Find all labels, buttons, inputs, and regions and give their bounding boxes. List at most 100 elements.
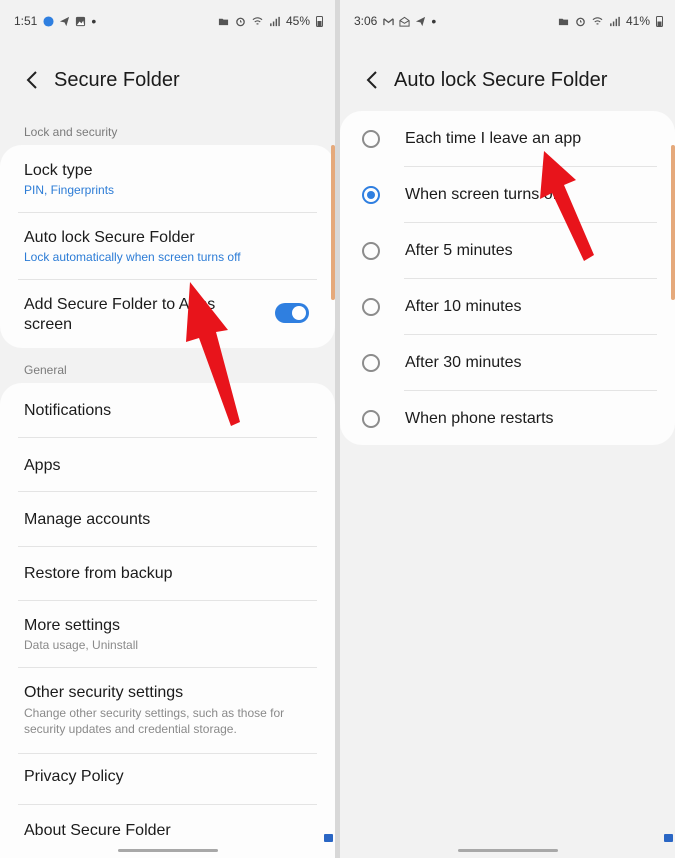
notification-icons: • <box>383 13 437 29</box>
divider <box>18 279 317 280</box>
wifi-icon <box>252 16 263 25</box>
radio-button[interactable] <box>362 410 380 428</box>
option-when-screen-turns-off[interactable]: When screen turns off <box>362 167 655 223</box>
manage-accounts-item[interactable]: Manage accounts <box>24 510 317 530</box>
telegram-icon <box>416 16 426 26</box>
status-bar: 3:06 • 41% <box>354 12 663 30</box>
other-security-title: Other security settings <box>24 684 184 701</box>
app-notification-icon <box>43 15 54 27</box>
more-settings-title: More settings <box>24 617 121 634</box>
chevron-left-icon <box>366 71 377 89</box>
radio-button[interactable] <box>362 242 380 260</box>
radio-button[interactable] <box>362 298 380 316</box>
other-security-item[interactable]: Other security settings Change other sec… <box>24 683 317 737</box>
add-to-apps-title-line2: screen <box>24 316 73 333</box>
section-label-lock-security: Lock and security <box>24 125 118 139</box>
lock-type-item[interactable]: Lock type PIN, Fingerprints <box>24 161 317 198</box>
about-secure-folder-title: About Secure Folder <box>24 822 171 839</box>
privacy-policy-title: Privacy Policy <box>24 768 124 785</box>
auto-lock-options-screen: 3:06 • 41% Auto lock Secure Folder Each … <box>340 0 675 858</box>
alarm-icon <box>236 17 245 26</box>
notifications-title: Notifications <box>24 402 112 419</box>
option-label: After 30 minutes <box>405 354 522 371</box>
restore-backup-title: Restore from backup <box>24 565 173 582</box>
gesture-bar <box>457 849 558 852</box>
status-time: 1:51 <box>14 14 38 28</box>
option-label: After 5 minutes <box>405 242 513 259</box>
lock-type-subtitle: PIN, Fingerprints <box>24 183 115 197</box>
radio-button-selected[interactable] <box>362 186 380 204</box>
divider <box>18 804 317 805</box>
option-after-5-minutes[interactable]: After 5 minutes <box>362 223 655 279</box>
gesture-bar <box>117 849 218 852</box>
auto-lock-item[interactable]: Auto lock Secure Folder Lock automatical… <box>24 228 317 265</box>
gallery-icon <box>76 16 86 26</box>
privacy-policy-item[interactable]: Privacy Policy <box>24 767 317 787</box>
lock-type-title: Lock type <box>24 162 93 179</box>
battery-level: 41% <box>625 14 650 28</box>
page-title: Auto lock Secure Folder <box>394 68 608 91</box>
secure-folder-indicator-icon <box>664 834 673 842</box>
back-button[interactable] <box>18 66 46 94</box>
radio-button[interactable] <box>362 354 380 372</box>
option-label: Each time I leave an app <box>405 130 582 147</box>
divider <box>18 600 317 601</box>
apps-title: Apps <box>24 457 61 474</box>
notifications-item[interactable]: Notifications <box>24 401 317 421</box>
more-dot-icon: • <box>431 13 437 29</box>
battery-icon <box>316 16 323 27</box>
signal-icon <box>270 16 280 26</box>
manage-accounts-title: Manage accounts <box>24 511 151 528</box>
folder-icon <box>218 18 229 25</box>
status-bar: 1:51 • 45% <box>14 12 323 30</box>
option-when-phone-restarts[interactable]: When phone restarts <box>362 391 655 447</box>
divider <box>18 491 317 492</box>
status-time: 3:06 <box>354 14 378 28</box>
secure-folder-settings-screen: 1:51 • 45% Secure Folder Lock and securi… <box>0 0 335 858</box>
back-button[interactable] <box>358 66 386 94</box>
battery-icon <box>656 16 663 27</box>
add-to-apps-title-line1: Add Secure Folder to Apps <box>24 296 216 313</box>
auto-lock-title: Auto lock Secure Folder <box>24 229 195 246</box>
divider <box>18 212 317 213</box>
divider <box>18 546 317 547</box>
more-settings-item[interactable]: More settings Data usage, Uninstall <box>24 616 317 653</box>
divider <box>18 437 317 438</box>
lock-security-card: Lock type PIN, Fingerprints Auto lock Se… <box>0 145 335 348</box>
scrollbar[interactable] <box>671 145 675 300</box>
restore-backup-item[interactable]: Restore from backup <box>24 564 317 584</box>
gmail-icon <box>383 17 395 25</box>
more-settings-subtitle: Data usage, Uninstall <box>24 638 139 652</box>
toggle-knob <box>292 306 306 320</box>
add-to-apps-item[interactable]: Add Secure Folder to Apps screen <box>24 295 255 335</box>
option-each-time-leave-app[interactable]: Each time I leave an app <box>362 111 655 167</box>
option-after-10-minutes[interactable]: After 10 minutes <box>362 279 655 335</box>
apps-item[interactable]: Apps <box>24 456 317 476</box>
option-label: When screen turns off <box>405 186 562 203</box>
notification-icons: • <box>43 14 96 28</box>
about-secure-folder-item[interactable]: About Secure Folder <box>24 821 317 841</box>
section-label-general: General <box>24 363 67 377</box>
secure-folder-indicator-icon <box>324 834 333 842</box>
battery-level: 45% <box>285 14 310 28</box>
title-bar: Auto lock Secure Folder <box>340 60 675 100</box>
chevron-left-icon <box>26 71 37 89</box>
divider <box>18 667 317 668</box>
email-open-icon <box>399 16 410 27</box>
divider <box>18 753 317 754</box>
alarm-icon <box>576 17 585 26</box>
auto-lock-subtitle: Lock automatically when screen turns off <box>24 250 241 264</box>
page-title: Secure Folder <box>54 68 180 91</box>
telegram-icon <box>60 16 70 26</box>
other-security-subtitle-line1: Change other security settings, such as … <box>24 706 285 720</box>
add-to-apps-toggle[interactable] <box>275 303 309 323</box>
other-security-subtitle-line2: security updates and credential storage. <box>24 722 237 736</box>
option-label: When phone restarts <box>405 410 554 427</box>
wifi-icon <box>592 16 603 25</box>
signal-icon <box>610 16 620 26</box>
title-bar: Secure Folder <box>0 60 335 100</box>
auto-lock-options-card: Each time I leave an app When screen tur… <box>340 111 675 445</box>
radio-button[interactable] <box>362 130 380 148</box>
general-card: Notifications Apps Manage accounts Resto… <box>0 383 335 858</box>
option-after-30-minutes[interactable]: After 30 minutes <box>362 335 655 391</box>
